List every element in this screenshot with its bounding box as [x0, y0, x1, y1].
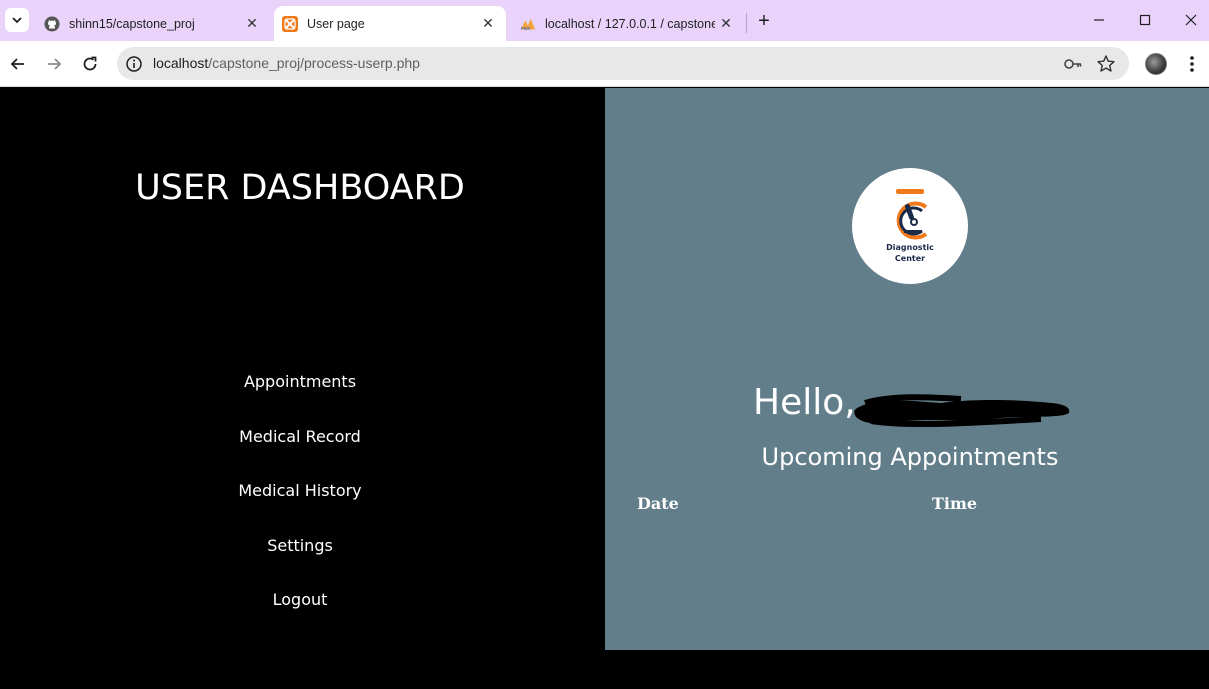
tab-search-button[interactable]: [5, 8, 29, 32]
star-icon[interactable]: [1096, 54, 1116, 74]
github-icon: [44, 16, 60, 32]
maximize-button[interactable]: [1131, 8, 1159, 32]
arrow-left-icon: [10, 58, 24, 70]
maximize-icon: [1139, 14, 1151, 26]
address-bar[interactable]: localhost/capstone_proj/process-userp.ph…: [117, 47, 1129, 80]
tab-github[interactable]: shinn15/capstone_proj ✕: [36, 6, 270, 41]
browser-toolbar: localhost/capstone_proj/process-userp.ph…: [0, 41, 1209, 87]
url-text[interactable]: localhost/capstone_proj/process-userp.ph…: [153, 55, 420, 71]
xampp-icon: [282, 15, 298, 32]
close-icon[interactable]: ✕: [244, 15, 260, 31]
more-vert-icon[interactable]: [1182, 52, 1202, 76]
close-icon[interactable]: ✕: [718, 15, 734, 31]
nav-medical-history[interactable]: Medical History: [0, 481, 600, 500]
nav-medical-record[interactable]: Medical Record: [0, 427, 600, 446]
upcoming-appointments-heading: Upcoming Appointments: [761, 443, 1059, 471]
tab-user-page[interactable]: User page ✕: [274, 6, 506, 41]
reload-icon: [83, 56, 97, 71]
logo-text-line2: Center: [894, 254, 926, 263]
minimize-icon: [1094, 19, 1104, 21]
close-icon: [1185, 14, 1197, 26]
redacted-username: [854, 394, 1070, 427]
info-icon[interactable]: [125, 55, 143, 73]
svg-text:PMA: PMA: [521, 26, 532, 31]
nav-logout[interactable]: Logout: [0, 590, 600, 609]
new-tab-button[interactable]: +: [752, 10, 776, 32]
diagnostic-center-logo: Diagnostic Center: [852, 168, 968, 284]
reload-button[interactable]: [78, 52, 102, 76]
arrow-right-icon: [48, 58, 62, 70]
window-close-button[interactable]: [1177, 8, 1205, 32]
greeting: Hello,: [753, 382, 856, 423]
tab-title: shinn15/capstone_proj: [69, 16, 195, 31]
browser-tab-bar: shinn15/capstone_proj ✕ User page ✕ PMA …: [0, 0, 1209, 41]
tab-phpmyadmin[interactable]: PMA localhost / 127.0.0.1 / capstone ✕: [512, 6, 744, 41]
tab-separator: [746, 13, 747, 33]
column-header-date: Date: [637, 494, 679, 513]
url-host: localhost: [153, 55, 209, 71]
tab-title: localhost / 127.0.0.1 / capstone: [545, 16, 715, 31]
minimize-button[interactable]: [1085, 8, 1113, 32]
chevron-down-icon: [12, 17, 22, 24]
profile-avatar[interactable]: [1145, 53, 1167, 75]
logo-text-line1: Diagnostic: [886, 243, 934, 252]
url-path: /capstone_proj/process-userp.php: [208, 55, 420, 71]
nav-settings[interactable]: Settings: [0, 536, 600, 555]
page-content: USER DASHBOARD Appointments Medical Reco…: [0, 88, 1209, 689]
phpmyadmin-icon: PMA: [520, 16, 536, 32]
forward-button[interactable]: [42, 52, 66, 76]
column-header-time: Time: [932, 494, 978, 513]
close-icon[interactable]: ✕: [480, 15, 496, 31]
tab-title: User page: [307, 16, 365, 31]
nav-appointments[interactable]: Appointments: [0, 372, 600, 391]
dashboard-title: USER DASHBOARD: [135, 168, 465, 208]
key-icon[interactable]: [1063, 55, 1083, 73]
main-panel: Diagnostic Center Hello, Upcoming Appoin…: [605, 88, 1209, 650]
back-button[interactable]: [6, 52, 30, 76]
sidebar: USER DASHBOARD Appointments Medical Reco…: [0, 88, 605, 650]
